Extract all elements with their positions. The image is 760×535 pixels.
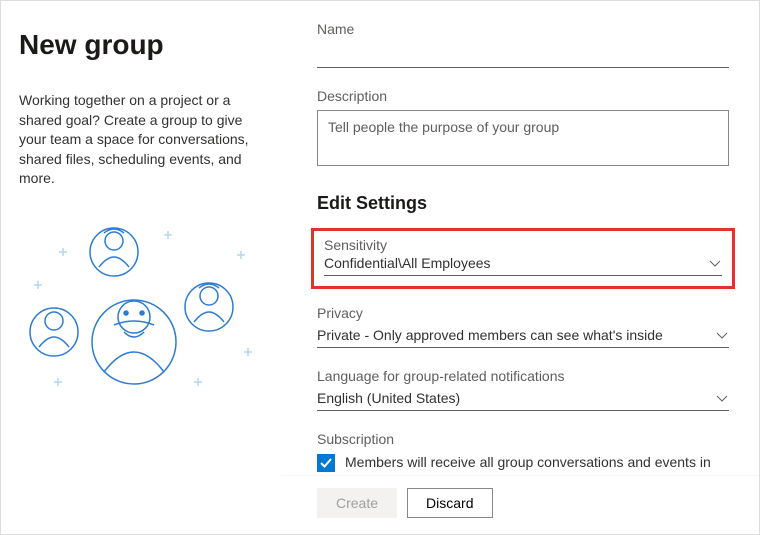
sensitivity-highlight: Sensitivity Confidential\All Employees bbox=[311, 228, 735, 289]
subscription-label: Subscription bbox=[317, 431, 729, 447]
subscription-checkbox[interactable] bbox=[317, 454, 335, 472]
privacy-label: Privacy bbox=[317, 305, 729, 321]
description-label: Description bbox=[317, 88, 729, 104]
chevron-down-icon bbox=[708, 256, 722, 270]
sensitivity-label: Sensitivity bbox=[324, 237, 722, 253]
group-illustration bbox=[19, 217, 259, 417]
language-label: Language for group-related notifications bbox=[317, 368, 729, 384]
language-value: English (United States) bbox=[317, 390, 460, 406]
page-subtitle: Working together on a project or a share… bbox=[19, 91, 261, 189]
discard-button[interactable]: Discard bbox=[407, 488, 492, 518]
sensitivity-select[interactable]: Confidential\All Employees bbox=[324, 255, 722, 276]
footer: Create Discard bbox=[281, 475, 759, 534]
privacy-select[interactable]: Private - Only approved members can see … bbox=[317, 327, 729, 348]
sensitivity-value: Confidential\All Employees bbox=[324, 255, 491, 271]
name-label: Name bbox=[317, 21, 729, 37]
language-select[interactable]: English (United States) bbox=[317, 390, 729, 411]
chevron-down-icon bbox=[715, 328, 729, 342]
chevron-down-icon bbox=[715, 391, 729, 405]
create-button[interactable]: Create bbox=[317, 488, 397, 518]
privacy-value: Private - Only approved members can see … bbox=[317, 327, 663, 343]
page-title: New group bbox=[19, 29, 261, 61]
edit-settings-heading: Edit Settings bbox=[317, 193, 729, 214]
check-icon bbox=[319, 456, 333, 470]
name-input[interactable] bbox=[317, 43, 729, 68]
description-input[interactable] bbox=[317, 110, 729, 166]
